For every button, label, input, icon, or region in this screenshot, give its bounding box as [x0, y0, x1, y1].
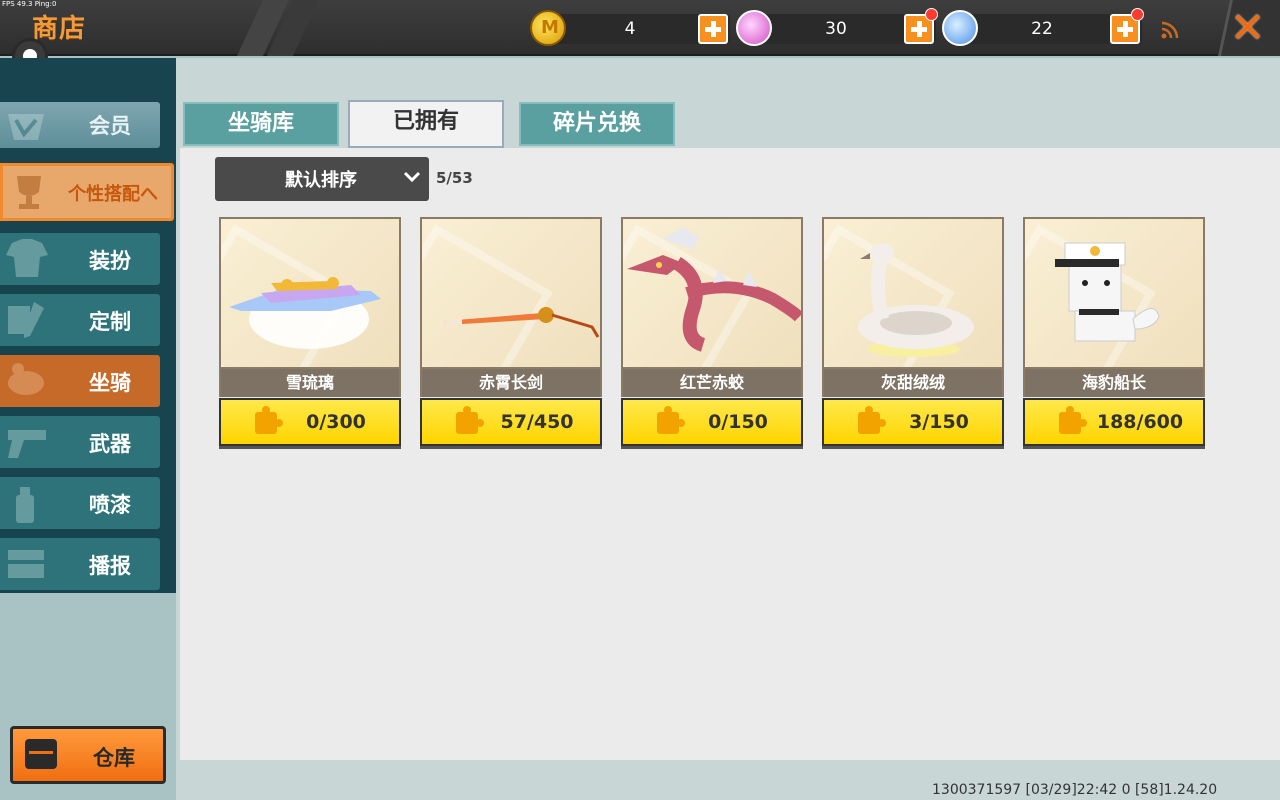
sidebar-item-label: 个性搭配へ [68, 184, 158, 205]
pink-gem-value: 30 [825, 19, 847, 39]
sidebar-item-label: 喷漆 [89, 493, 131, 517]
notification-dot [925, 8, 938, 21]
mount-image [219, 217, 401, 369]
shirt-icon [4, 237, 50, 281]
add-pink-gem-button[interactable] [904, 8, 938, 44]
seal-captain-mount-image [1055, 242, 1160, 342]
fragment-progress: 3/150 [822, 398, 1004, 446]
puzzle-piece-icon [1059, 406, 1087, 434]
sidebar-item-mounts[interactable]: 坐骑 [0, 355, 160, 407]
mount-name: 灰甜绒绒 [822, 369, 1004, 397]
fragment-progress: 0/300 [219, 398, 401, 446]
vip-icon [4, 106, 50, 148]
tab-owned[interactable]: 已拥有 [348, 100, 504, 148]
mount-name: 红芒赤蛟 [621, 369, 803, 397]
sort-label: 默认排序 [285, 170, 357, 191]
sidebar-item-personalize[interactable]: 个性搭配へ [0, 163, 174, 221]
sidebar-item-vip[interactable]: 会员 [0, 102, 160, 148]
currency-pink-gem: 30 [736, 8, 938, 46]
add-coin-button[interactable] [698, 14, 728, 44]
warehouse-label: 仓库 [93, 746, 135, 770]
pink-gem-icon [736, 10, 772, 46]
trophy-icon [7, 170, 53, 214]
sidebar-item-spray[interactable]: 喷漆 [0, 477, 160, 529]
page-title: 商店 [32, 14, 87, 44]
fragment-count: 3/150 [909, 411, 969, 433]
pencil-icon [4, 298, 50, 342]
sidebar-item-broadcast[interactable]: 播报 [0, 538, 160, 590]
red-dragon-mount-image [627, 227, 801, 352]
sidebar-item-label: 武器 [89, 432, 131, 456]
puzzle-piece-icon [657, 406, 685, 434]
blue-gem-icon [942, 10, 978, 46]
fragment-count: 0/300 [306, 411, 366, 433]
sidebar-item-label: 坐骑 [89, 371, 131, 395]
fragment-progress: 0/150 [621, 398, 803, 446]
mount-image [1023, 217, 1205, 369]
puzzle-piece-icon [255, 406, 283, 434]
fragment-count: 0/150 [708, 411, 768, 433]
saddle-icon [4, 359, 50, 403]
add-blue-gem-button[interactable] [1110, 8, 1144, 44]
owned-count: 5/53 [436, 169, 473, 187]
mount-image [822, 217, 1004, 369]
chevron-down-icon [401, 165, 423, 187]
snow-glass-mount-image [229, 277, 381, 349]
fragment-count: 188/600 [1096, 411, 1184, 433]
coin-value: 4 [624, 19, 636, 39]
sidebar-item-outfit[interactable]: 装扮 [0, 233, 160, 285]
sidebar-item-weapons[interactable]: 武器 [0, 416, 160, 468]
puzzle-piece-icon [456, 406, 484, 434]
swan-float-mount-image [858, 243, 974, 357]
chest-icon [25, 739, 57, 769]
fragment-progress: 188/600 [1023, 398, 1205, 446]
mount-name: 海豹船长 [1023, 369, 1205, 397]
fragment-progress: 57/450 [420, 398, 602, 446]
spray-can-icon [4, 481, 50, 525]
close-icon[interactable]: ✕ [1230, 5, 1265, 51]
currency-blue-gem: 22 [942, 8, 1144, 46]
tab-fragment-exchange[interactable]: 碎片兑换 [519, 102, 675, 146]
currency-coin: 4 [530, 10, 730, 46]
mount-card[interactable]: 海豹船长 188/600 [1023, 217, 1205, 447]
mount-card[interactable]: 红芒赤蛟 0/150 [621, 217, 803, 447]
gun-icon [4, 420, 50, 464]
coin-icon [530, 10, 566, 46]
fragment-count: 57/450 [500, 411, 574, 433]
mount-card[interactable]: 灰甜绒绒 3/150 [822, 217, 1004, 447]
build-info: 1300371597 [03/29]22:42 0 [58]1.24.20 [932, 782, 1218, 798]
mount-image [420, 217, 602, 369]
mount-image [621, 217, 803, 369]
red-sword-mount-image [444, 307, 600, 338]
sidebar-item-label: 会员 [89, 114, 131, 138]
sidebar-item-label: 定制 [89, 310, 131, 334]
fps-readout: FPS 49.3 Ping:0 [2, 0, 57, 8]
mount-card[interactable]: 雪琉璃 0/300 [219, 217, 401, 447]
sidebar-item-label: 播报 [89, 554, 131, 578]
blue-gem-value: 22 [1031, 19, 1053, 39]
sidebar-item-label: 装扮 [89, 249, 131, 273]
tab-mount-library[interactable]: 坐骑库 [183, 102, 339, 146]
sidebar-item-customize[interactable]: 定制 [0, 294, 160, 346]
mount-name: 雪琉璃 [219, 369, 401, 397]
notification-dot [1131, 8, 1144, 21]
puzzle-piece-icon [858, 406, 886, 434]
sort-dropdown[interactable]: 默认排序 [215, 157, 429, 201]
broadcast-icon [4, 542, 50, 586]
mount-name: 赤霄长剑 [420, 369, 602, 397]
signal-icon [1160, 20, 1180, 40]
warehouse-button[interactable]: 仓库 [10, 726, 166, 784]
mount-card[interactable]: 赤霄长剑 57/450 [420, 217, 602, 447]
